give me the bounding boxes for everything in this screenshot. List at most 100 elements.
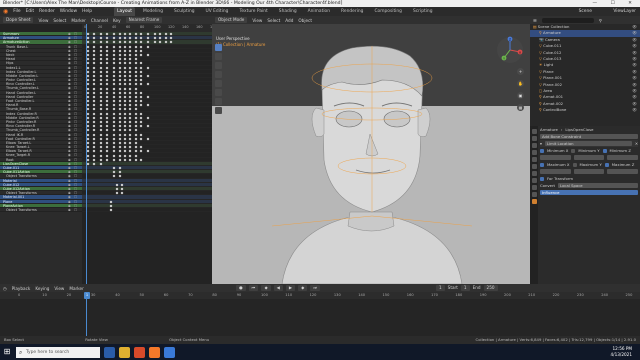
min-x-value-field[interactable] [540, 155, 571, 160]
keyframe[interactable] [92, 87, 96, 90]
keyframe[interactable] [134, 141, 138, 145]
keyframe[interactable] [112, 87, 116, 90]
keyframe[interactable] [112, 36, 116, 40]
keyframe[interactable] [92, 103, 96, 107]
keyframe[interactable] [128, 149, 132, 153]
keyframe[interactable] [112, 170, 116, 174]
keyframe[interactable] [112, 78, 116, 82]
dope-sheet-channel-list[interactable]: Summary ◉ ☐ Armature ◉ ☐ ArmatureAction ◉ ☐ Tr… [0, 32, 82, 284]
keyframe[interactable] [92, 124, 96, 128]
keyframe[interactable] [118, 70, 121, 74]
keyframe[interactable] [112, 128, 116, 132]
keyframe[interactable] [139, 82, 143, 86]
keyframe[interactable] [146, 41, 150, 44]
keyframe[interactable] [128, 53, 132, 57]
keyframe[interactable] [99, 133, 102, 137]
keyframe[interactable] [139, 149, 143, 153]
keyframe[interactable] [105, 149, 109, 153]
keyframe[interactable] [118, 74, 121, 78]
3d-viewport[interactable]: Object Mode View Select Add Object User … [212, 16, 530, 284]
keyframe[interactable] [128, 108, 132, 111]
workspace-tab-shading[interactable]: Shading [276, 7, 300, 16]
keyframe[interactable] [169, 41, 173, 44]
keyframe[interactable] [139, 95, 143, 99]
keyframe[interactable] [112, 74, 116, 78]
keyframe[interactable] [112, 70, 116, 74]
keyframe[interactable] [86, 57, 90, 61]
outliner-display-mode-icon[interactable]: ☰ [533, 18, 537, 23]
menu-file[interactable]: File [13, 9, 20, 14]
keyframe[interactable] [86, 99, 90, 103]
start-frame-field[interactable]: 1 [460, 285, 470, 291]
view-layer-selector[interactable]: ViewLayer [613, 9, 636, 14]
menu-window[interactable]: Window [60, 9, 77, 14]
keyframe[interactable] [99, 70, 102, 74]
keyframe[interactable] [92, 49, 96, 53]
keyframe[interactable] [112, 112, 116, 116]
keyframe[interactable] [123, 41, 127, 44]
keyframe[interactable] [139, 116, 143, 120]
keyframe[interactable] [128, 61, 132, 65]
keyframe[interactable] [86, 49, 90, 53]
keyframe[interactable] [86, 158, 90, 162]
keyframe[interactable] [128, 74, 132, 78]
max-y-value-field[interactable] [573, 169, 605, 174]
keyframe[interactable] [112, 108, 116, 111]
keyframe[interactable] [99, 74, 102, 78]
keyframe[interactable] [112, 166, 116, 170]
keyframe[interactable] [92, 158, 96, 162]
keyframe[interactable] [123, 124, 127, 128]
keyframe[interactable] [105, 158, 109, 162]
keyframe[interactable] [105, 133, 109, 137]
ds-menu-select[interactable]: Select [53, 18, 66, 23]
keyframe[interactable] [146, 149, 150, 153]
keyframe[interactable] [118, 128, 121, 132]
keyframe[interactable] [112, 175, 116, 178]
pan-hand-icon[interactable]: ✋ [517, 80, 524, 87]
keyframe[interactable] [146, 137, 150, 141]
record-button-icon[interactable]: ● [236, 285, 246, 291]
keyframe[interactable] [99, 82, 102, 86]
keyframe[interactable] [139, 99, 143, 103]
outliner-tree[interactable]: ▤ Scene Collection 👁 ⚲ Armature 👁 📷 Camera 👁 ▽… [530, 24, 640, 113]
keyframe[interactable] [139, 45, 143, 49]
timeline-editor-type-icon[interactable]: ◷ [3, 286, 7, 291]
data-tab-icon[interactable] [531, 185, 537, 190]
workspace-tab-scripting[interactable]: Scripting [410, 7, 436, 16]
keyframe[interactable] [115, 187, 119, 191]
keyframe[interactable] [139, 112, 143, 116]
keyframe[interactable] [123, 149, 127, 153]
keyframe[interactable] [123, 103, 127, 107]
channel-visibility-icons[interactable]: ◉ ☐ [68, 208, 78, 211]
keyframe[interactable] [118, 149, 121, 153]
keyframe[interactable] [92, 141, 96, 145]
keyframe[interactable] [139, 36, 143, 40]
keyframe[interactable] [99, 99, 102, 103]
keyframe[interactable] [146, 32, 150, 36]
play-icon[interactable]: ▶ [285, 285, 296, 291]
view-layer-tab-icon[interactable] [531, 150, 537, 155]
keyframe[interactable] [134, 32, 138, 36]
keyframe[interactable] [123, 145, 127, 149]
keyframe[interactable] [139, 61, 143, 65]
keyframe[interactable] [139, 66, 143, 70]
menu-help[interactable]: Help [82, 9, 92, 14]
jump-end-icon[interactable]: ⏭ [310, 285, 321, 291]
keyframe[interactable] [118, 95, 121, 99]
keyframe[interactable] [118, 66, 121, 70]
keyframe[interactable] [139, 49, 143, 53]
min-z-value-field[interactable] [607, 155, 638, 160]
keyframe[interactable] [134, 149, 138, 153]
keyframe[interactable] [112, 141, 116, 145]
keyframe[interactable] [118, 53, 121, 57]
keyframe[interactable] [123, 95, 127, 99]
keyframe[interactable] [92, 74, 96, 78]
keyframe[interactable] [105, 32, 109, 36]
keyframe[interactable] [128, 141, 132, 145]
keyframe[interactable] [139, 32, 143, 36]
keyframe[interactable] [105, 128, 109, 132]
keyframe[interactable] [92, 145, 96, 149]
keyframe[interactable] [86, 78, 90, 82]
keyframe[interactable] [118, 99, 121, 103]
render-tab-icon[interactable] [531, 136, 537, 141]
